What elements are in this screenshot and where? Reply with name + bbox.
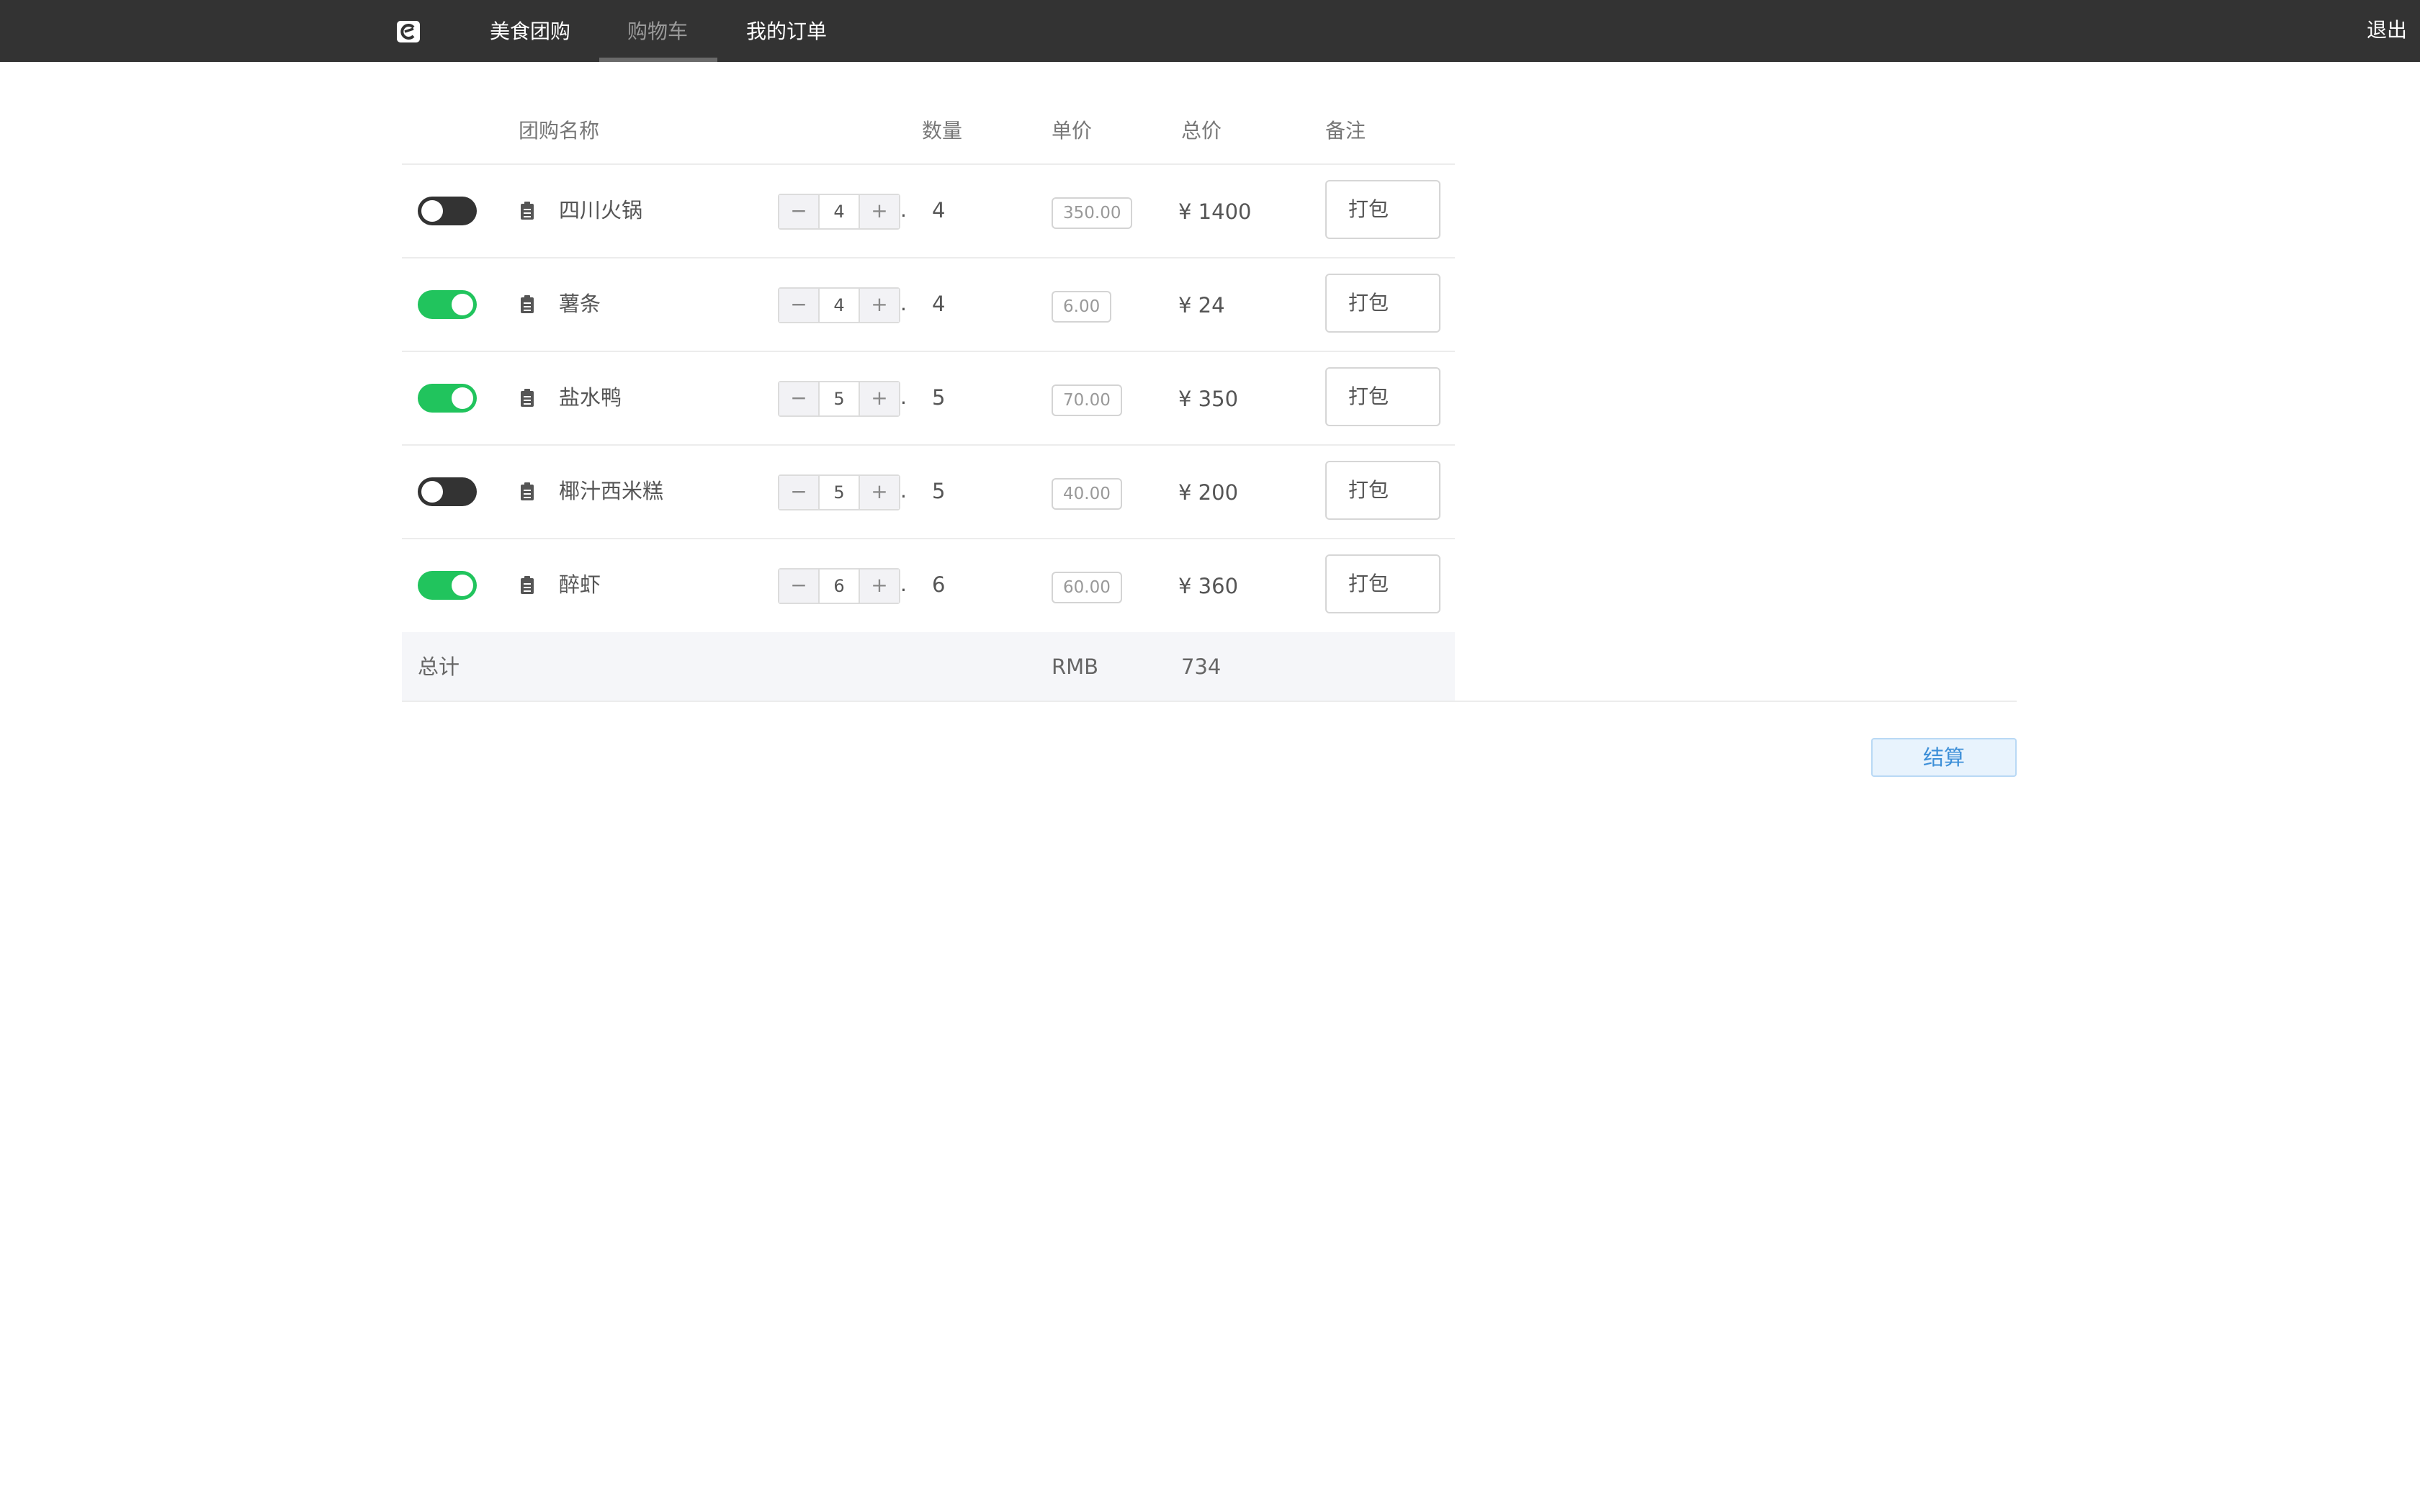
stepper-value[interactable]: 5 [820, 476, 859, 509]
header-quantity: 数量 [922, 119, 963, 143]
increment-button[interactable]: + [859, 570, 899, 603]
quantity-value: 4 [932, 198, 946, 222]
toggle-knob [421, 481, 443, 503]
table-row: 盐水鸭 − 5 + . 5 70.00 ¥ 350 打包 [402, 351, 1455, 445]
top-nav-bar: 美食团购 购物车 我的订单 退出 [0, 0, 2420, 62]
quantity-value: 6 [932, 572, 946, 597]
clipboard-icon [521, 482, 534, 500]
increment-button[interactable]: + [859, 476, 899, 509]
summary-total: 734 [1181, 654, 1222, 679]
stepper-value[interactable]: 4 [820, 195, 859, 228]
item-name: 四川火锅 [559, 198, 643, 222]
header-name: 团购名称 [519, 119, 600, 143]
summary-currency: RMB [1052, 654, 1099, 679]
select-toggle[interactable] [418, 477, 477, 506]
note-button[interactable]: 打包 [1325, 367, 1440, 426]
quantity-stepper: − 4 + [778, 287, 900, 323]
summary-label: 总计 [418, 654, 460, 679]
clipboard-icon [521, 202, 534, 220]
toggle-knob [452, 387, 473, 409]
quantity-stepper: − 5 + [778, 474, 900, 510]
stepper-dot: . [900, 385, 907, 409]
stepper-dot: . [900, 572, 907, 596]
decrement-button[interactable]: − [779, 195, 820, 228]
note-button[interactable]: 打包 [1325, 274, 1440, 333]
unit-price-field: 350.00 [1052, 197, 1133, 229]
logo-icon[interactable] [396, 20, 421, 43]
item-name: 醉虾 [559, 572, 601, 597]
note-button[interactable]: 打包 [1325, 554, 1440, 613]
header-unit-price: 单价 [1052, 119, 1093, 143]
select-toggle[interactable] [418, 384, 477, 413]
stepper-dot: . [900, 479, 907, 503]
item-name: 薯条 [559, 292, 601, 316]
quantity-stepper: − 4 + [778, 194, 900, 230]
quantity-value: 4 [932, 292, 946, 316]
stepper-value[interactable]: 5 [820, 382, 859, 415]
quantity-stepper: − 6 + [778, 568, 900, 604]
toggle-knob [452, 294, 473, 315]
table-row: 椰汁西米糕 − 5 + . 5 40.00 ¥ 200 打包 [402, 445, 1455, 539]
table-row: 醉虾 − 6 + . 6 60.00 ¥ 360 打包 [402, 539, 1455, 632]
unit-price-field: 70.00 [1052, 384, 1122, 416]
toggle-knob [452, 575, 473, 596]
decrement-button[interactable]: − [779, 289, 820, 322]
unit-price-field: 6.00 [1052, 291, 1112, 323]
stepper-dot: . [900, 292, 907, 315]
decrement-button[interactable]: − [779, 570, 820, 603]
quantity-value: 5 [932, 479, 946, 503]
total-price: ¥ 1400 [1178, 199, 1252, 224]
unit-price-field: 40.00 [1052, 478, 1122, 510]
select-toggle[interactable] [418, 290, 477, 319]
stepper-dot: . [900, 198, 907, 222]
toggle-knob [421, 200, 443, 222]
decrement-button[interactable]: − [779, 382, 820, 415]
clipboard-icon [521, 295, 534, 313]
clipboard-icon [521, 576, 534, 594]
nav-active-indicator [599, 58, 717, 62]
quantity-stepper: − 5 + [778, 381, 900, 417]
header-total: 总价 [1181, 119, 1222, 143]
table-row: 薯条 − 4 + . 4 6.00 ¥ 24 打包 [402, 258, 1455, 351]
increment-button[interactable]: + [859, 289, 899, 322]
summary-row: 总计 RMB 734 [402, 632, 1455, 701]
checkout-button[interactable]: 结算 [1871, 738, 2017, 777]
note-button[interactable]: 打包 [1325, 180, 1440, 239]
item-name: 椰汁西米糕 [559, 479, 664, 503]
total-price: ¥ 200 [1178, 480, 1239, 505]
clipboard-icon [521, 389, 534, 407]
nav-item-food-deals[interactable]: 美食团购 [490, 0, 570, 62]
stepper-value[interactable]: 6 [820, 570, 859, 603]
logout-link[interactable]: 退出 [2367, 0, 2407, 62]
total-price: ¥ 350 [1178, 387, 1239, 411]
quantity-value: 5 [932, 385, 946, 410]
nav-item-my-orders[interactable]: 我的订单 [746, 0, 827, 62]
total-price: ¥ 24 [1178, 293, 1225, 318]
select-toggle[interactable] [418, 197, 477, 225]
header-note: 备注 [1325, 119, 1366, 143]
item-name: 盐水鸭 [559, 385, 622, 410]
increment-button[interactable]: + [859, 382, 899, 415]
select-toggle[interactable] [418, 571, 477, 600]
stepper-value[interactable]: 4 [820, 289, 859, 322]
decrement-button[interactable]: − [779, 476, 820, 509]
increment-button[interactable]: + [859, 195, 899, 228]
note-button[interactable]: 打包 [1325, 461, 1440, 520]
divider [402, 701, 2017, 702]
unit-price-field: 60.00 [1052, 572, 1122, 603]
table-row: 四川火锅 − 4 + . 4 350.00 ¥ 1400 打包 [402, 164, 1455, 258]
total-price: ¥ 360 [1178, 574, 1239, 598]
nav-item-cart[interactable]: 购物车 [627, 0, 688, 62]
